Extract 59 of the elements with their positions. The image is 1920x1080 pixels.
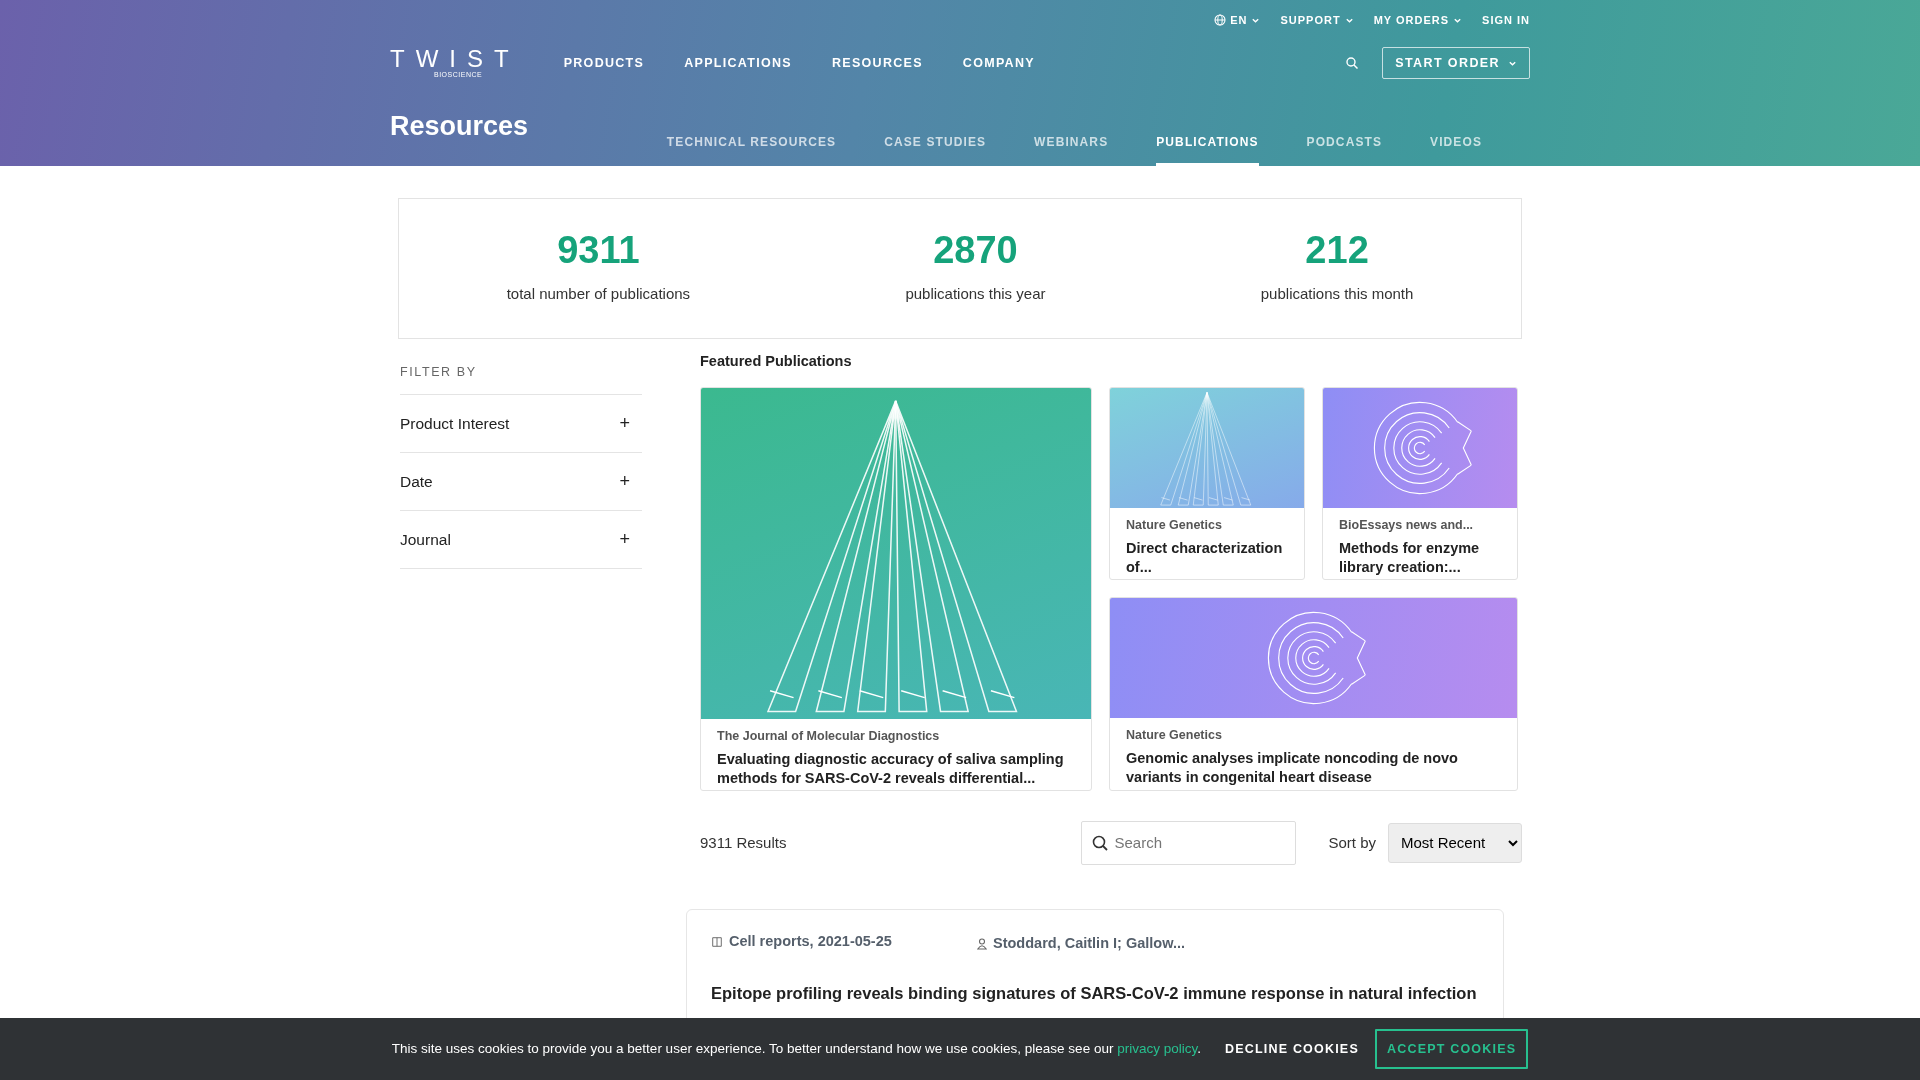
sort-label: Sort by xyxy=(1328,832,1376,853)
nav-link[interactable]: MY ORDERS xyxy=(1373,11,1463,29)
subnav-tab[interactable]: WEBINARS xyxy=(1034,123,1109,166)
journal-name: Nature Genetics xyxy=(1126,726,1223,744)
publication-card[interactable]: Nature Genetics Direct characterization of... xyxy=(1109,386,1305,580)
publication-title: Evaluating diagnostic accuracy of saliva sampling methods for SARS-CoV-2 reveals differential... xyxy=(717,749,1065,789)
sort-select[interactable]: Most Recent xyxy=(1388,822,1522,863)
publication-authors: Stoddard, Caitlin I; Gallow... xyxy=(993,933,1185,953)
nav-link[interactable]: SUPPORT xyxy=(1280,11,1354,29)
publication-card[interactable]: Nature Genetics Genomic analyses implicate noncoding de novo variants in congenital heart disease xyxy=(1109,596,1518,791)
filter-label: Date xyxy=(400,471,433,492)
filter-group[interactable]: Date + xyxy=(400,452,642,511)
page-title: Resources xyxy=(390,109,530,143)
language-link[interactable]: EN xyxy=(1214,11,1261,29)
stat-label: total number of publications xyxy=(505,284,692,305)
publication-title: Epitope profiling reveals binding signatures of SARS-CoV-2 immune response in natural infection xyxy=(711,982,1478,1004)
subnav-tab[interactable]: PODCASTS xyxy=(1306,123,1383,166)
publication-title: Direct characterization of... xyxy=(1126,538,1284,578)
publication-source: Cell reports, 2021-05-25 xyxy=(729,932,892,952)
publication-card[interactable]: The Journal of Molecular Diagnostics Evaluating diagnostic accuracy of saliva sampling methods for SARS-CoV-2 reveals differential... xyxy=(700,386,1092,791)
nav-link[interactable]: PRODUCTS xyxy=(563,53,645,73)
filter-heading: FILTER BY xyxy=(400,339,642,395)
nav-link[interactable]: RESOURCES xyxy=(831,53,923,73)
subnav-tab[interactable]: CASE STUDIES xyxy=(884,123,987,166)
nav-link[interactable]: SIGN IN xyxy=(1482,11,1530,29)
stat-value: 9311 xyxy=(556,231,641,270)
stat-value: 212 xyxy=(1304,231,1370,270)
nav-link[interactable]: APPLICATIONS xyxy=(684,53,792,73)
subnav-tab[interactable]: TECHNICAL RESOURCES xyxy=(666,123,837,166)
search-icon xyxy=(1092,834,1109,851)
expand-toggle[interactable]: + xyxy=(619,525,630,553)
decline-cookies-button[interactable]: DECLINE COOKIES xyxy=(1218,1038,1365,1060)
search-icon[interactable] xyxy=(1346,57,1359,69)
start-order-button[interactable]: START ORDER xyxy=(1382,46,1530,80)
journal-name: The Journal of Molecular Diagnostics xyxy=(717,727,941,745)
subnav-tab[interactable]: VIDEOS xyxy=(1430,123,1482,166)
accept-cookies-button[interactable]: ACCEPT COOKIES xyxy=(1374,1028,1529,1070)
stat-label: publications this month xyxy=(1259,284,1415,305)
expand-toggle[interactable]: + xyxy=(619,409,630,437)
search-field[interactable]: Search xyxy=(1081,820,1297,865)
subnav-tab[interactable]: PUBLICATIONS xyxy=(1156,123,1259,166)
stat-value: 2870 xyxy=(932,231,1019,270)
stat-label: publications this year xyxy=(904,284,1047,305)
journal-name: BioEssays news and... xyxy=(1339,516,1475,534)
publication-title: Methods for enzyme library creation:... xyxy=(1339,538,1481,578)
globe-icon xyxy=(1214,14,1227,26)
nav-link[interactable]: COMPANY xyxy=(962,53,1035,73)
publication-card[interactable]: BioEssays news and... Methods for enzyme library creation:... xyxy=(1322,386,1518,580)
filter-group[interactable]: Product Interest + xyxy=(400,394,642,453)
filter-group[interactable]: Journal + xyxy=(400,510,642,569)
person-icon xyxy=(977,937,987,950)
section-title: Featured Publications xyxy=(700,352,853,371)
publication-title: Genomic analyses implicate noncoding de novo variants in congenital heart disease xyxy=(1126,748,1459,788)
filter-label: Journal xyxy=(400,529,451,550)
journal-name: Nature Genetics xyxy=(1126,516,1223,534)
filter-label: Product Interest xyxy=(400,413,510,434)
results-count: 9311 Results xyxy=(700,832,787,853)
expand-toggle[interactable]: + xyxy=(619,467,630,495)
book-icon xyxy=(711,936,723,949)
